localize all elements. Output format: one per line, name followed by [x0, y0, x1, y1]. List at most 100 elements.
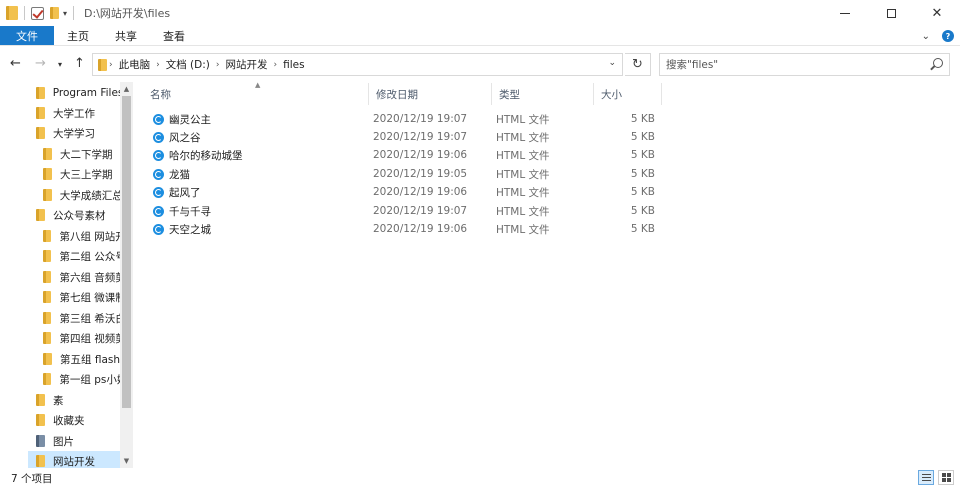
folder-icon	[43, 148, 52, 160]
file-size-cell: 5 KB	[630, 168, 655, 180]
sidebar-item-web-dev[interactable]: 网站开发	[28, 451, 120, 468]
file-modified-cell: 2020/12/19 19:07	[373, 113, 468, 125]
customize-toolbar-dropdown-icon[interactable]: ▾	[63, 9, 67, 18]
column-header-name[interactable]: 名称	[143, 83, 369, 105]
large-icons-view-button[interactable]	[938, 470, 954, 485]
html-file-icon	[153, 223, 164, 235]
breadcrumb-drive-d[interactable]: 文档 (D:)	[162, 57, 214, 72]
file-modified-cell: 2020/12/19 19:07	[373, 205, 468, 217]
sidebar-scrollbar[interactable]: ▲ ▼	[120, 82, 133, 468]
address-bar[interactable]: › 此电脑 › 文档 (D:) › 网站开发 › files ⌄	[92, 53, 623, 76]
search-icon[interactable]	[933, 58, 943, 68]
search-input[interactable]	[666, 58, 916, 71]
file-row[interactable]: 天空之城 2020/12/19 19:06 HTML 文件 5 KB	[143, 220, 663, 238]
folder-icon	[98, 58, 107, 71]
sidebar-item-sophomore-spring[interactable]: 大二下学期	[43, 144, 120, 164]
sidebar-item-wechat-materials[interactable]: 公众号素材	[36, 205, 120, 225]
folder-icon[interactable]	[6, 6, 18, 20]
breadcrumb-separator-icon[interactable]: ›	[214, 60, 222, 70]
tab-file[interactable]: 文件	[0, 26, 54, 45]
new-folder-icon[interactable]	[50, 7, 59, 19]
sidebar-item-group-6[interactable]: 第六组 音频剪	[43, 267, 120, 287]
sidebar-item-group-3[interactable]: 第三组 希沃白	[43, 308, 120, 328]
refresh-icon: ↻	[632, 57, 643, 72]
large-icons-view-icon	[941, 473, 951, 482]
breadcrumb-web-dev[interactable]: 网站开发	[221, 57, 271, 72]
window-title: D:\网站开发\files	[84, 7, 171, 20]
minimize-button[interactable]	[822, 0, 868, 26]
file-type-cell: HTML 文件	[496, 205, 550, 218]
file-size-cell: 5 KB	[630, 205, 655, 217]
file-type-cell: HTML 文件	[496, 131, 550, 144]
sidebar-item-group-7[interactable]: 第七组 微课制	[43, 287, 120, 307]
sidebar-item-group-1[interactable]: 第一组 ps小妹	[43, 369, 120, 389]
file-size-cell: 5 KB	[630, 149, 655, 161]
file-row[interactable]: 哈尔的移动城堡 2020/12/19 19:06 HTML 文件 5 KB	[143, 146, 663, 164]
maximize-button[interactable]	[868, 0, 914, 26]
file-modified-cell: 2020/12/19 19:06	[373, 223, 468, 235]
sidebar-item-favorites[interactable]: 收藏夹	[36, 410, 120, 430]
file-name-cell: 龙猫	[153, 165, 190, 183]
folder-icon	[36, 394, 45, 406]
file-row[interactable]: 龙猫 2020/12/19 19:05 HTML 文件 5 KB	[143, 165, 663, 183]
file-row[interactable]: 起风了 2020/12/19 19:06 HTML 文件 5 KB	[143, 183, 663, 201]
file-row[interactable]: 千与千寻 2020/12/19 19:07 HTML 文件 5 KB	[143, 202, 663, 220]
quick-access-toolbar: ▾ D:\网站开发\files	[0, 0, 170, 26]
scrollbar-thumb[interactable]	[122, 96, 131, 408]
folder-icon	[36, 127, 45, 139]
minimize-icon	[840, 12, 850, 14]
html-file-icon	[153, 113, 164, 125]
breadcrumb-this-pc[interactable]: 此电脑	[115, 57, 155, 72]
column-header-size[interactable]: 大小	[594, 83, 662, 105]
favorites-folder-icon	[36, 414, 45, 426]
pictures-icon	[36, 435, 45, 447]
tab-share[interactable]: 共享	[102, 26, 150, 45]
file-name-cell: 哈尔的移动城堡	[153, 146, 243, 164]
sidebar-item-group-8[interactable]: 第八组 网站开	[43, 226, 120, 246]
scroll-up-arrow-icon[interactable]: ▲	[120, 82, 133, 96]
sidebar-item-grade-summary[interactable]: 大学成绩汇总	[43, 185, 120, 205]
file-row[interactable]: 幽灵公主 2020/12/19 19:07 HTML 文件 5 KB	[143, 110, 663, 128]
back-arrow-icon[interactable]: ←	[10, 56, 21, 71]
html-file-icon	[153, 168, 164, 180]
close-button[interactable]: ✕	[914, 0, 960, 26]
divider	[73, 6, 75, 20]
sidebar-item-program-files[interactable]: Program Files	[36, 83, 120, 103]
sidebar-item-group-2[interactable]: 第二组 公众号	[43, 246, 120, 266]
tab-home[interactable]: 主页	[54, 26, 102, 45]
breadcrumb-separator-icon[interactable]: ›	[107, 60, 115, 70]
refresh-button[interactable]: ↻	[625, 53, 651, 76]
properties-icon[interactable]	[31, 6, 44, 20]
sidebar-item-university-work[interactable]: 大学工作	[36, 103, 120, 123]
scroll-down-arrow-icon[interactable]: ▼	[120, 454, 133, 468]
file-size-cell: 5 KB	[630, 113, 655, 125]
details-view-button[interactable]	[918, 470, 934, 485]
breadcrumb-files[interactable]: files	[279, 59, 308, 71]
sidebar-item-su[interactable]: 素	[36, 390, 120, 410]
file-row[interactable]: 风之谷 2020/12/19 19:07 HTML 文件 5 KB	[143, 128, 663, 146]
folder-icon	[36, 107, 45, 119]
forward-arrow-icon[interactable]: →	[35, 56, 46, 71]
breadcrumb-separator-icon[interactable]: ›	[154, 60, 162, 70]
search-box[interactable]	[659, 53, 950, 76]
sidebar-item-group-5[interactable]: 第五组 flash	[43, 349, 120, 369]
html-file-icon	[153, 186, 164, 198]
file-name-cell: 风之谷	[153, 128, 201, 146]
sidebar-item-group-4[interactable]: 第四组 视频剪	[43, 328, 120, 348]
address-history-dropdown-icon[interactable]: ⌄	[608, 58, 616, 68]
sidebar-item-junior-fall[interactable]: 大三上学期	[43, 164, 120, 184]
up-arrow-icon[interactable]: ↑	[74, 56, 85, 71]
expand-ribbon-chevron-icon[interactable]: ⌄	[922, 31, 930, 42]
help-icon[interactable]: ?	[942, 30, 954, 42]
folder-icon	[36, 209, 45, 221]
column-header-modified[interactable]: 修改日期	[369, 83, 492, 105]
recent-locations-dropdown-icon[interactable]: ▾	[58, 60, 62, 69]
folder-icon	[43, 168, 52, 180]
breadcrumb-separator-icon[interactable]: ›	[271, 60, 279, 70]
column-header-type[interactable]: 类型	[492, 83, 594, 105]
folder-icon	[43, 353, 52, 365]
sidebar-item-university-study[interactable]: 大学学习	[36, 123, 120, 143]
tab-view[interactable]: 查看	[150, 26, 198, 45]
file-size-cell: 5 KB	[630, 223, 655, 235]
sidebar-item-pictures[interactable]: 图片	[36, 431, 120, 451]
